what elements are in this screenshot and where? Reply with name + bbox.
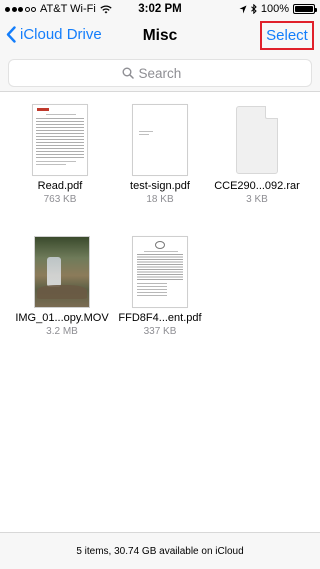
generic-file-icon bbox=[236, 106, 278, 174]
location-arrow-icon bbox=[239, 5, 247, 13]
carrier-label: AT&T Wi-Fi bbox=[40, 3, 96, 15]
battery-icon bbox=[293, 4, 317, 14]
storage-summary: 5 items, 30.74 GB available on iCloud bbox=[76, 545, 244, 557]
file-item[interactable]: IMG_01...opy.MOV 3.2 MB bbox=[13, 236, 111, 337]
search-input[interactable] bbox=[138, 65, 199, 81]
file-name: FFD8F4...ent.pdf bbox=[118, 312, 202, 324]
search-bar-container bbox=[0, 52, 320, 92]
file-size: 337 KB bbox=[143, 326, 177, 337]
file-size: 3 KB bbox=[246, 194, 268, 205]
file-item[interactable]: test-sign.pdf 18 KB bbox=[111, 104, 209, 205]
navigation-bar: iCloud Drive Misc Select bbox=[0, 20, 320, 52]
file-size: 763 KB bbox=[43, 194, 77, 205]
battery-fill bbox=[295, 6, 313, 12]
status-right: 100% bbox=[239, 3, 317, 15]
chevron-left-icon bbox=[6, 26, 16, 43]
signal-strength-icon bbox=[5, 6, 36, 12]
back-button-label: iCloud Drive bbox=[20, 26, 102, 43]
pdf-thumbnail bbox=[132, 236, 188, 308]
magnifier-icon bbox=[122, 67, 134, 79]
pdf-thumbnail bbox=[132, 104, 188, 176]
file-size: 3.2 MB bbox=[46, 326, 78, 337]
wifi-icon bbox=[100, 4, 112, 13]
file-name: IMG_01...opy.MOV bbox=[15, 312, 109, 324]
select-button[interactable]: Select bbox=[260, 21, 314, 50]
storage-summary-footer: 5 items, 30.74 GB available on iCloud bbox=[0, 532, 320, 569]
archive-thumbnail bbox=[236, 104, 278, 176]
status-bar: AT&T Wi-Fi 3:02 PM 100% bbox=[0, 0, 320, 20]
search-field[interactable] bbox=[8, 59, 312, 87]
file-name: Read.pdf bbox=[37, 180, 83, 192]
back-button[interactable]: iCloud Drive bbox=[6, 26, 102, 43]
file-item[interactable]: Read.pdf 763 KB bbox=[11, 104, 109, 205]
file-name: CCE290...092.rar bbox=[214, 180, 300, 192]
file-size: 18 KB bbox=[146, 194, 174, 205]
file-item[interactable]: FFD8F4...ent.pdf 337 KB bbox=[111, 236, 209, 337]
status-left: AT&T Wi-Fi bbox=[5, 3, 112, 15]
file-item[interactable]: CCE290...092.rar 3 KB bbox=[208, 104, 306, 205]
battery-percent: 100% bbox=[260, 3, 289, 15]
pdf-thumbnail bbox=[32, 104, 88, 176]
bluetooth-icon bbox=[251, 4, 257, 14]
video-thumbnail bbox=[34, 236, 90, 308]
file-name: test-sign.pdf bbox=[130, 180, 190, 192]
